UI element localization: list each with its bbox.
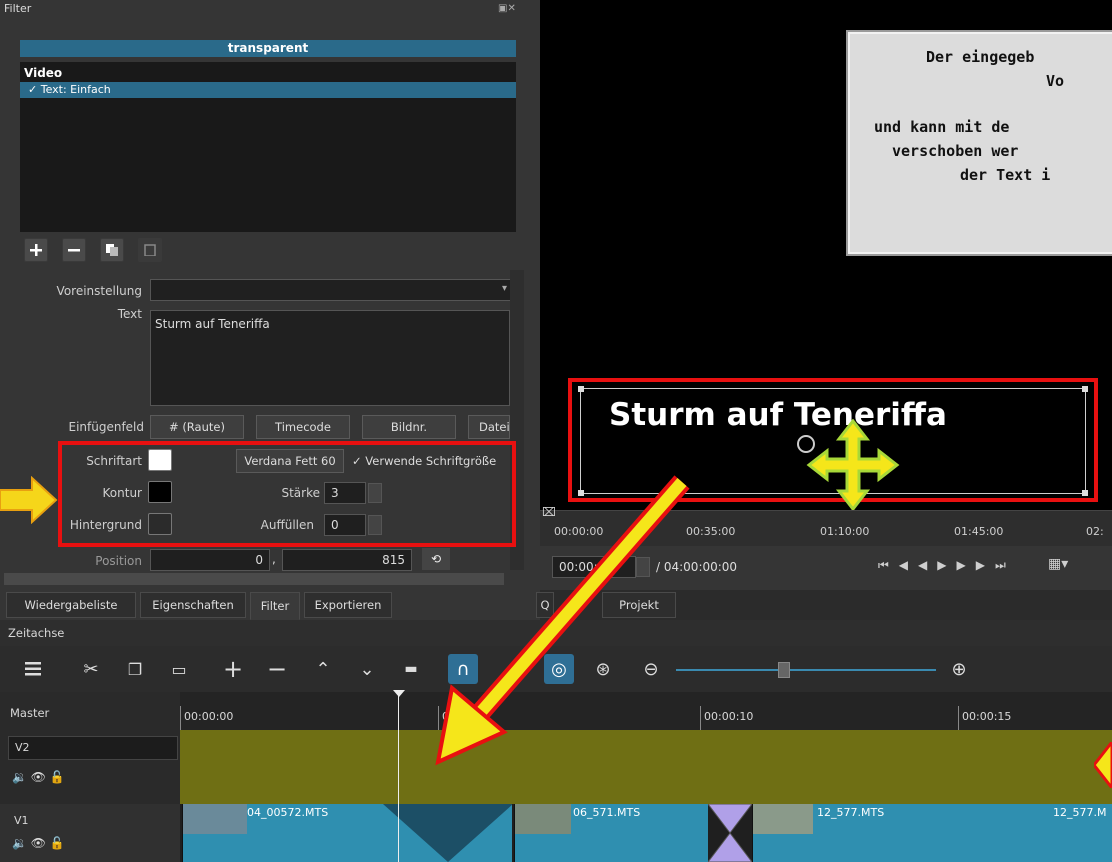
split-icon[interactable]: ▬ xyxy=(396,654,426,684)
zoom-slider[interactable] xyxy=(676,669,936,671)
clip-thumbnail xyxy=(183,804,247,834)
zoom-slider-handle[interactable] xyxy=(778,662,790,678)
tab-filter[interactable]: Filter xyxy=(250,592,300,620)
timeline-title: Zeitachse xyxy=(8,626,65,640)
properties-horizontal-scrollbar[interactable] xyxy=(4,573,504,585)
playback-controls-icons[interactable]: ⏮◀◀▶▶▶⏭ xyxy=(878,558,1016,573)
tl-tick-line-2 xyxy=(700,706,701,730)
clip-04-00572[interactable]: 04_00572.MTS xyxy=(182,804,512,862)
remove-filter-button[interactable] xyxy=(62,238,86,262)
text-label: Text xyxy=(117,307,142,321)
clip-name-2: 06_571.MTS xyxy=(573,806,641,819)
transition-fade-icon xyxy=(383,804,512,862)
paste-icon xyxy=(144,244,156,256)
copy-filter-button[interactable] xyxy=(100,238,124,262)
preset-label: Voreinstellung xyxy=(56,284,142,298)
minus-icon xyxy=(68,249,80,252)
position-label: Position xyxy=(95,554,142,568)
note-line-5: der Text i xyxy=(960,166,1051,184)
tl-tick-line-0 xyxy=(180,706,181,730)
annotation-arrow-right-icon xyxy=(0,475,58,527)
tl-tick-0: 00:00:00 xyxy=(184,710,234,723)
preset-dropdown[interactable]: ▾ xyxy=(150,279,512,301)
clip-name-bar: transparent xyxy=(20,40,516,57)
video-preview[interactable]: Der eingegeb Vo und kann mit de verschob… xyxy=(540,0,1112,512)
ruler-tick-4: 02: xyxy=(1086,525,1104,538)
append-icon[interactable]: + xyxy=(218,654,248,684)
tl-tick-3: 00:00:15 xyxy=(962,710,1012,723)
annotation-arrow-left-icon xyxy=(1094,742,1112,788)
copy-icon[interactable]: ❐ xyxy=(120,654,150,684)
paste-filter-button[interactable] xyxy=(138,238,162,262)
add-filter-button[interactable] xyxy=(24,238,48,262)
clip-thumbnail-2 xyxy=(515,804,571,834)
filter-list[interactable]: Video ✓ Text: Einfach xyxy=(20,62,516,232)
paste-icon[interactable]: ▭ xyxy=(164,654,194,684)
track-v1-header[interactable]: V1 🔉 👁 🔓 xyxy=(0,804,180,862)
annotation-diagonal-arrow-icon xyxy=(435,475,690,766)
grid-icon[interactable]: ▦▾ xyxy=(1048,556,1068,572)
tl-tick-2: 00:00:10 xyxy=(704,710,754,723)
resize-handle-tl[interactable] xyxy=(578,386,584,392)
overwrite-icon[interactable]: ⌄ xyxy=(352,654,382,684)
clip-12-577[interactable]: 12_577.MTS 12_577.M xyxy=(752,804,1112,862)
tab-export[interactable]: Exportieren xyxy=(304,592,392,618)
track-v1-controls-icons[interactable]: 🔉 👁 🔓 xyxy=(12,836,65,850)
insert-hash-button[interactable]: # (Raute) xyxy=(150,415,244,439)
note-line-4: verschoben wer xyxy=(892,142,1019,160)
zoom-in-icon[interactable]: ⊕ xyxy=(944,654,974,684)
resize-handle-tr[interactable] xyxy=(1082,386,1088,392)
playhead-line[interactable] xyxy=(398,692,399,862)
track-headers: Master V2 🔉 👁 🔓 V1 🔉 👁 🔓 xyxy=(0,692,180,862)
clip-name-3: 12_577.MTS xyxy=(817,806,885,819)
filter-section-video: Video xyxy=(24,66,63,80)
resize-handle-br[interactable] xyxy=(1082,490,1088,496)
clip-thumbnail-3 xyxy=(753,804,813,834)
position-x-input[interactable]: 0 xyxy=(150,549,270,571)
note-line-1: Der eingegeb xyxy=(926,48,1035,66)
filter-panel-title: Filter xyxy=(4,2,32,15)
copy-icon xyxy=(106,244,118,256)
note-line-3: und kann mit de xyxy=(874,118,1010,136)
insert-timecode-button[interactable]: Timecode xyxy=(256,415,350,439)
insert-field-label: Einfügenfeld xyxy=(68,420,144,434)
playhead-marker[interactable] xyxy=(393,690,405,697)
ruler-tick-2: 01:10:00 xyxy=(820,525,870,538)
annotation-note-box: Der eingegeb Vo und kann mit de verschob… xyxy=(846,30,1112,256)
tab-properties[interactable]: Eigenschaften xyxy=(140,592,246,618)
plus-icon xyxy=(30,244,42,256)
transition-cross-icon[interactable] xyxy=(708,804,752,862)
clip-name-4: 12_577.M xyxy=(1053,806,1107,819)
tab-playlist[interactable]: Wiedergabeliste xyxy=(6,592,136,618)
tl-tick-line-3 xyxy=(958,706,959,730)
cut-icon[interactable]: ✂ xyxy=(76,654,106,684)
track-v2-controls-icons[interactable]: 🔉 👁 🔓 xyxy=(12,770,65,784)
move-arrows-icon[interactable] xyxy=(791,418,915,514)
panel-float-close-icons[interactable]: ▣✕ xyxy=(498,3,520,14)
menu-icon[interactable] xyxy=(18,654,48,684)
insert-file-button[interactable]: Datei xyxy=(468,415,510,439)
clip-name-1: 04_00572.MTS xyxy=(247,806,329,819)
note-line-2: Vo xyxy=(1046,72,1065,90)
filter-item-text-simple[interactable]: ✓ Text: Einfach xyxy=(20,82,516,98)
track-name-v2[interactable]: V2 xyxy=(8,736,178,760)
position-separator: , xyxy=(272,552,276,566)
lift-icon[interactable]: ⌃ xyxy=(308,654,338,684)
master-label: Master xyxy=(10,706,50,720)
track-name-v1: V1 xyxy=(14,814,29,827)
clip-06-571[interactable]: 06_571.MTS xyxy=(514,804,708,862)
position-y-input[interactable]: 815 xyxy=(282,549,412,571)
remove-icon[interactable]: − xyxy=(262,654,292,684)
chevron-down-icon: ▾ xyxy=(501,283,507,294)
insert-frame-button[interactable]: Bildnr. xyxy=(362,415,456,439)
ruler-tick-3: 01:45:00 xyxy=(954,525,1004,538)
text-input[interactable]: Sturm auf Teneriffa xyxy=(150,310,510,406)
